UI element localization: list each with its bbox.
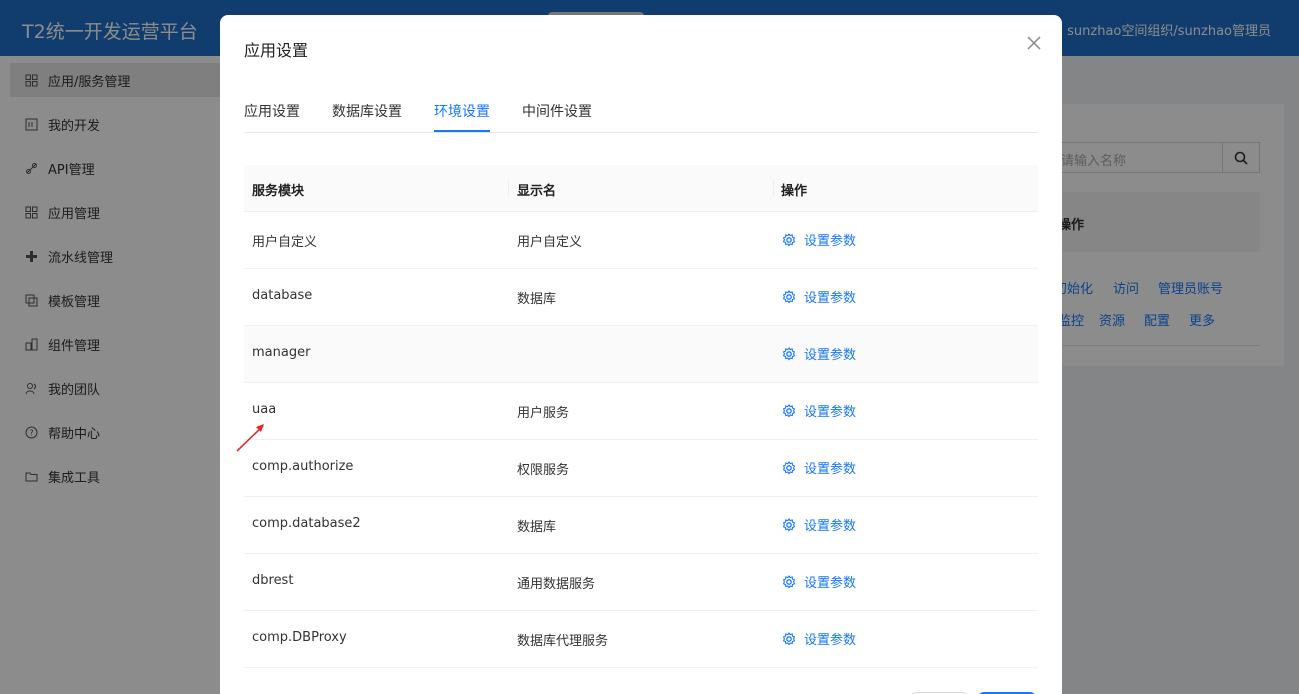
set-params-label: 设置参数: [804, 462, 857, 477]
set-params-label: 设置参数: [804, 348, 857, 363]
close-icon[interactable]: [1024, 33, 1044, 53]
set-params-button[interactable]: 设置参数: [782, 230, 856, 249]
gear-icon: [782, 403, 796, 418]
set-params-button[interactable]: 设置参数: [782, 287, 856, 306]
tab-middleware-settings[interactable]: 中间件设置: [522, 101, 592, 121]
set-params-button[interactable]: 设置参数: [782, 572, 856, 591]
gear-icon: [782, 232, 796, 247]
cell-display-name: 数据库代理服务: [517, 634, 609, 649]
set-params-button[interactable]: 设置参数: [782, 458, 856, 477]
gear-icon: [782, 346, 796, 361]
annotation-arrow-icon: [236, 424, 264, 452]
table-row: database 数据库 设置参数: [244, 269, 1038, 326]
set-params-button[interactable]: 设置参数: [782, 515, 856, 534]
table-row: uaa 用户服务 设置参数: [244, 383, 1038, 440]
tab-app-settings[interactable]: 应用设置: [244, 101, 300, 121]
cell-module: uaa: [252, 402, 277, 417]
cell-module: comp.database2: [252, 516, 361, 531]
gear-icon: [782, 631, 796, 646]
modal-title: 应用设置: [244, 41, 309, 60]
environment-table: 服务模块 显示名 操作 用户自定义 用户自定义 设置参数 database 数据…: [244, 165, 1038, 668]
cell-module: dbrest: [252, 573, 294, 588]
set-params-button[interactable]: 设置参数: [782, 629, 856, 648]
column-actions: 操作: [781, 184, 808, 199]
set-params-label: 设置参数: [804, 576, 857, 591]
set-params-label: 设置参数: [804, 519, 857, 534]
set-params-button[interactable]: 设置参数: [782, 401, 856, 420]
active-tab-indicator: [434, 130, 490, 132]
gear-icon: [782, 574, 796, 589]
cell-display-name: 数据库: [517, 520, 557, 535]
cell-display-name: 权限服务: [517, 463, 570, 478]
gear-icon: [782, 289, 796, 304]
cell-display-name: 用户自定义: [517, 235, 583, 250]
cell-module: manager: [252, 345, 311, 360]
table-row: 用户自定义 用户自定义 设置参数: [244, 212, 1038, 269]
cell-display-name: 通用数据服务: [517, 577, 596, 592]
column-display-name: 显示名: [517, 184, 557, 199]
cell-display-name: 用户服务: [517, 406, 570, 421]
set-params-button[interactable]: 设置参数: [782, 344, 856, 363]
table-row: comp.DBProxy 数据库代理服务 设置参数: [244, 611, 1038, 668]
settings-tabs: 应用设置 数据库设置 环境设置 中间件设置: [244, 98, 1038, 133]
tab-database-settings[interactable]: 数据库设置: [332, 101, 402, 121]
table-row: comp.database2 数据库 设置参数: [244, 497, 1038, 554]
tab-environment-settings[interactable]: 环境设置: [434, 101, 490, 121]
set-params-label: 设置参数: [804, 291, 857, 306]
gear-icon: [782, 460, 796, 475]
set-params-label: 设置参数: [804, 633, 857, 648]
gear-icon: [782, 517, 796, 532]
table-header: 服务模块 显示名 操作: [244, 165, 1038, 212]
table-row: manager 设置参数: [244, 326, 1038, 383]
table-row: comp.authorize 权限服务 设置参数: [244, 440, 1038, 497]
set-params-label: 设置参数: [804, 234, 857, 249]
column-separator: [508, 179, 509, 197]
column-module: 服务模块: [252, 184, 305, 199]
cell-module: comp.authorize: [252, 459, 354, 474]
table-row: dbrest 通用数据服务 设置参数: [244, 554, 1038, 611]
column-separator: [773, 179, 774, 197]
set-params-label: 设置参数: [804, 405, 857, 420]
cell-module: comp.DBProxy: [252, 630, 347, 645]
cell-module: database: [252, 288, 313, 303]
cell-module: 用户自定义: [252, 235, 318, 250]
cell-display-name: 数据库: [517, 292, 557, 307]
app-settings-modal: 应用设置 应用设置 数据库设置 环境设置 中间件设置 服务模块 显示名 操作 用…: [220, 15, 1062, 694]
